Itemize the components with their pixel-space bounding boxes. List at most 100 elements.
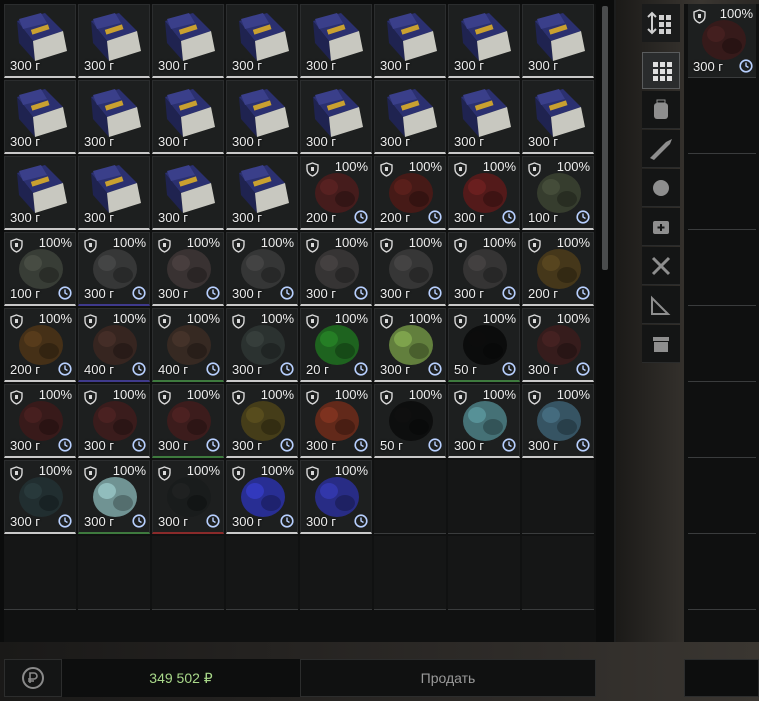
item-condition: 100%	[334, 387, 368, 402]
item-price: 300 г	[84, 58, 115, 73]
stash-item-book[interactable]: 300 г	[4, 4, 76, 78]
empty-slot[interactable]	[448, 460, 520, 534]
empty-slot[interactable]	[374, 536, 446, 610]
sell-button[interactable]: Продать	[300, 659, 596, 697]
trader-empty-slot[interactable]	[688, 308, 756, 382]
stash-item-book[interactable]: 300 г	[226, 4, 298, 78]
stash-item[interactable]: 100% 300 г	[78, 232, 150, 306]
item-condition: 100%	[334, 311, 368, 326]
sort-button[interactable]	[642, 4, 680, 42]
clock-icon	[206, 286, 220, 300]
stash-item[interactable]: 100% 300 г	[448, 384, 520, 458]
stash-item[interactable]: 100% 100 г	[4, 232, 76, 306]
stash-item-book[interactable]: 300 г	[522, 4, 594, 78]
stash-item-book[interactable]: 300 г	[374, 80, 446, 154]
item-price: 20 г	[306, 362, 329, 377]
filter-tools[interactable]	[642, 247, 680, 285]
trader-empty-slot[interactable]	[688, 156, 756, 230]
item-price: 300 г	[10, 210, 41, 225]
stash-item[interactable]: 100% 300 г	[226, 308, 298, 382]
filter-ruler[interactable]	[642, 286, 680, 324]
trader-empty-slot[interactable]	[688, 232, 756, 306]
stash-item-book[interactable]: 300 г	[300, 4, 372, 78]
empty-slot[interactable]	[4, 536, 76, 610]
stash-item[interactable]: 100% 300 г	[226, 460, 298, 534]
stash-item[interactable]: 100% 300 г	[152, 460, 224, 534]
trader-empty-slot[interactable]	[688, 536, 756, 610]
item-condition: 100%	[112, 235, 146, 250]
stash-item[interactable]: 100% 400 г	[152, 308, 224, 382]
empty-slot[interactable]	[152, 536, 224, 610]
trader-empty-slot[interactable]	[688, 460, 756, 534]
stash-item-book[interactable]: 300 г	[152, 156, 224, 230]
stash-item[interactable]: 100% 300 г	[522, 384, 594, 458]
clock-icon	[132, 514, 146, 528]
stash-item[interactable]: 100% 300 г	[4, 460, 76, 534]
stash-item[interactable]: 100% 50 г	[448, 308, 520, 382]
stash-item[interactable]: 100% 300 г	[226, 384, 298, 458]
stash-item[interactable]: 100% 300 г	[300, 460, 372, 534]
empty-slot[interactable]	[522, 460, 594, 534]
stash-item[interactable]: 100% 300 г	[4, 384, 76, 458]
filter-ball[interactable]	[642, 169, 680, 207]
stash-item-book[interactable]: 300 г	[226, 80, 298, 154]
stash-item[interactable]: 100% 20 г	[300, 308, 372, 382]
trader-empty-slot[interactable]	[688, 80, 756, 154]
stash-item[interactable]: 100% 50 г	[374, 384, 446, 458]
stash-item[interactable]: 100% 200 г	[4, 308, 76, 382]
stash-item[interactable]: 100% 300 г	[152, 232, 224, 306]
trader-empty-slot[interactable]	[688, 384, 756, 458]
filter-box[interactable]	[642, 325, 680, 363]
stash-item[interactable]: 100% 300 г	[300, 384, 372, 458]
stash-item[interactable]: 100% 300 г	[374, 308, 446, 382]
clock-icon	[428, 286, 442, 300]
filter-rifle[interactable]	[642, 130, 680, 168]
item-price: 300 г	[380, 134, 411, 149]
filter-grid[interactable]	[642, 52, 680, 89]
stash-item[interactable]: 100% 200 г	[522, 232, 594, 306]
stash-item[interactable]: 100% 300 г	[78, 384, 150, 458]
stash-item-book[interactable]: 300 г	[374, 4, 446, 78]
stash-item-book[interactable]: 300 г	[4, 80, 76, 154]
stash-item[interactable]: 100% 200 г	[300, 156, 372, 230]
stash-item-book[interactable]: 300 г	[152, 4, 224, 78]
insurance-shield-icon	[10, 314, 23, 329]
stash-item[interactable]: 100% 300 г	[448, 156, 520, 230]
stash-item[interactable]: 100% 300 г	[152, 384, 224, 458]
item-price: 300 г	[158, 514, 189, 529]
stash-item[interactable]: 100% 300 г	[226, 232, 298, 306]
insurance-shield-icon	[232, 314, 245, 329]
trader-item[interactable]: 100% 300 г	[688, 4, 756, 78]
stash-item[interactable]: 100% 300 г	[78, 460, 150, 534]
stash-item-book[interactable]: 300 г	[78, 80, 150, 154]
empty-slot[interactable]	[226, 536, 298, 610]
stash-item[interactable]: 100% 200 г	[374, 156, 446, 230]
empty-slot[interactable]	[522, 536, 594, 610]
stash-item-book[interactable]: 300 г	[78, 4, 150, 78]
item-price: 400 г	[84, 362, 115, 377]
stash-item-book[interactable]: 300 г	[448, 80, 520, 154]
stash-item-book[interactable]: 300 г	[448, 4, 520, 78]
empty-slot[interactable]	[374, 460, 446, 534]
filter-backpack[interactable]	[642, 91, 680, 129]
stash-scrollbar-thumb[interactable]	[602, 6, 608, 270]
currency-button[interactable]	[4, 659, 62, 697]
stash-item[interactable]: 100% 400 г	[78, 308, 150, 382]
stash-item[interactable]: 100% 300 г	[448, 232, 520, 306]
filter-medkit[interactable]	[642, 208, 680, 246]
stash-item-book[interactable]: 300 г	[300, 80, 372, 154]
empty-slot[interactable]	[300, 536, 372, 610]
insurance-shield-icon	[232, 238, 245, 253]
empty-slot[interactable]	[448, 536, 520, 610]
stash-item-book[interactable]: 300 г	[522, 80, 594, 154]
empty-slot[interactable]	[78, 536, 150, 610]
stash-item-book[interactable]: 300 г	[78, 156, 150, 230]
stash-item-book[interactable]: 300 г	[226, 156, 298, 230]
stash-item[interactable]: 100% 300 г	[522, 308, 594, 382]
stash-item-book[interactable]: 300 г	[152, 80, 224, 154]
stash-item[interactable]: 100% 300 г	[374, 232, 446, 306]
stash-item[interactable]: 100% 300 г	[300, 232, 372, 306]
item-price: 300 г	[306, 514, 337, 529]
stash-item[interactable]: 100% 100 г	[522, 156, 594, 230]
stash-item-book[interactable]: 300 г	[4, 156, 76, 230]
